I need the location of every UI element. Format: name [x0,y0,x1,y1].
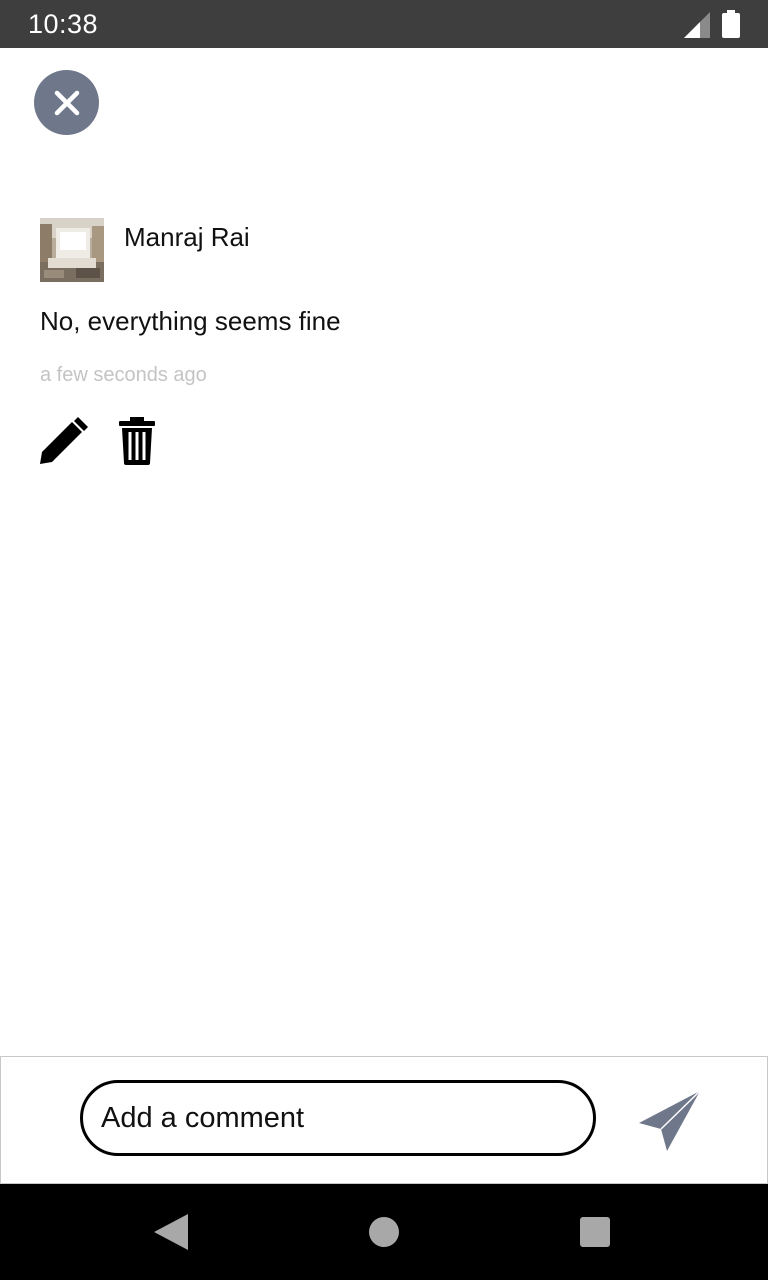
comment-timestamp: a few seconds ago [40,364,207,386]
status-bar: 10:38 [0,0,768,48]
navigation-bar [0,1184,768,1280]
back-icon[interactable] [154,1214,188,1250]
avatar [40,218,104,282]
status-time: 10:38 [28,9,99,39]
comment-input[interactable] [80,1080,596,1156]
close-button[interactable] [34,70,99,135]
battery-full-icon [722,10,740,38]
send-icon[interactable] [637,1089,703,1153]
home-icon[interactable] [369,1217,399,1247]
close-icon [54,90,79,115]
comment-composer [0,1056,768,1184]
cellular-signal-icon [684,12,710,38]
recents-icon[interactable] [580,1217,610,1247]
pencil-icon[interactable] [38,416,88,466]
comment-screen: 10:38 Manraj Rai No, everything seems fi… [0,0,768,1280]
author-name: Manraj Rai [124,222,250,252]
trash-icon[interactable] [116,416,158,466]
comment-text: No, everything seems fine [40,306,341,336]
